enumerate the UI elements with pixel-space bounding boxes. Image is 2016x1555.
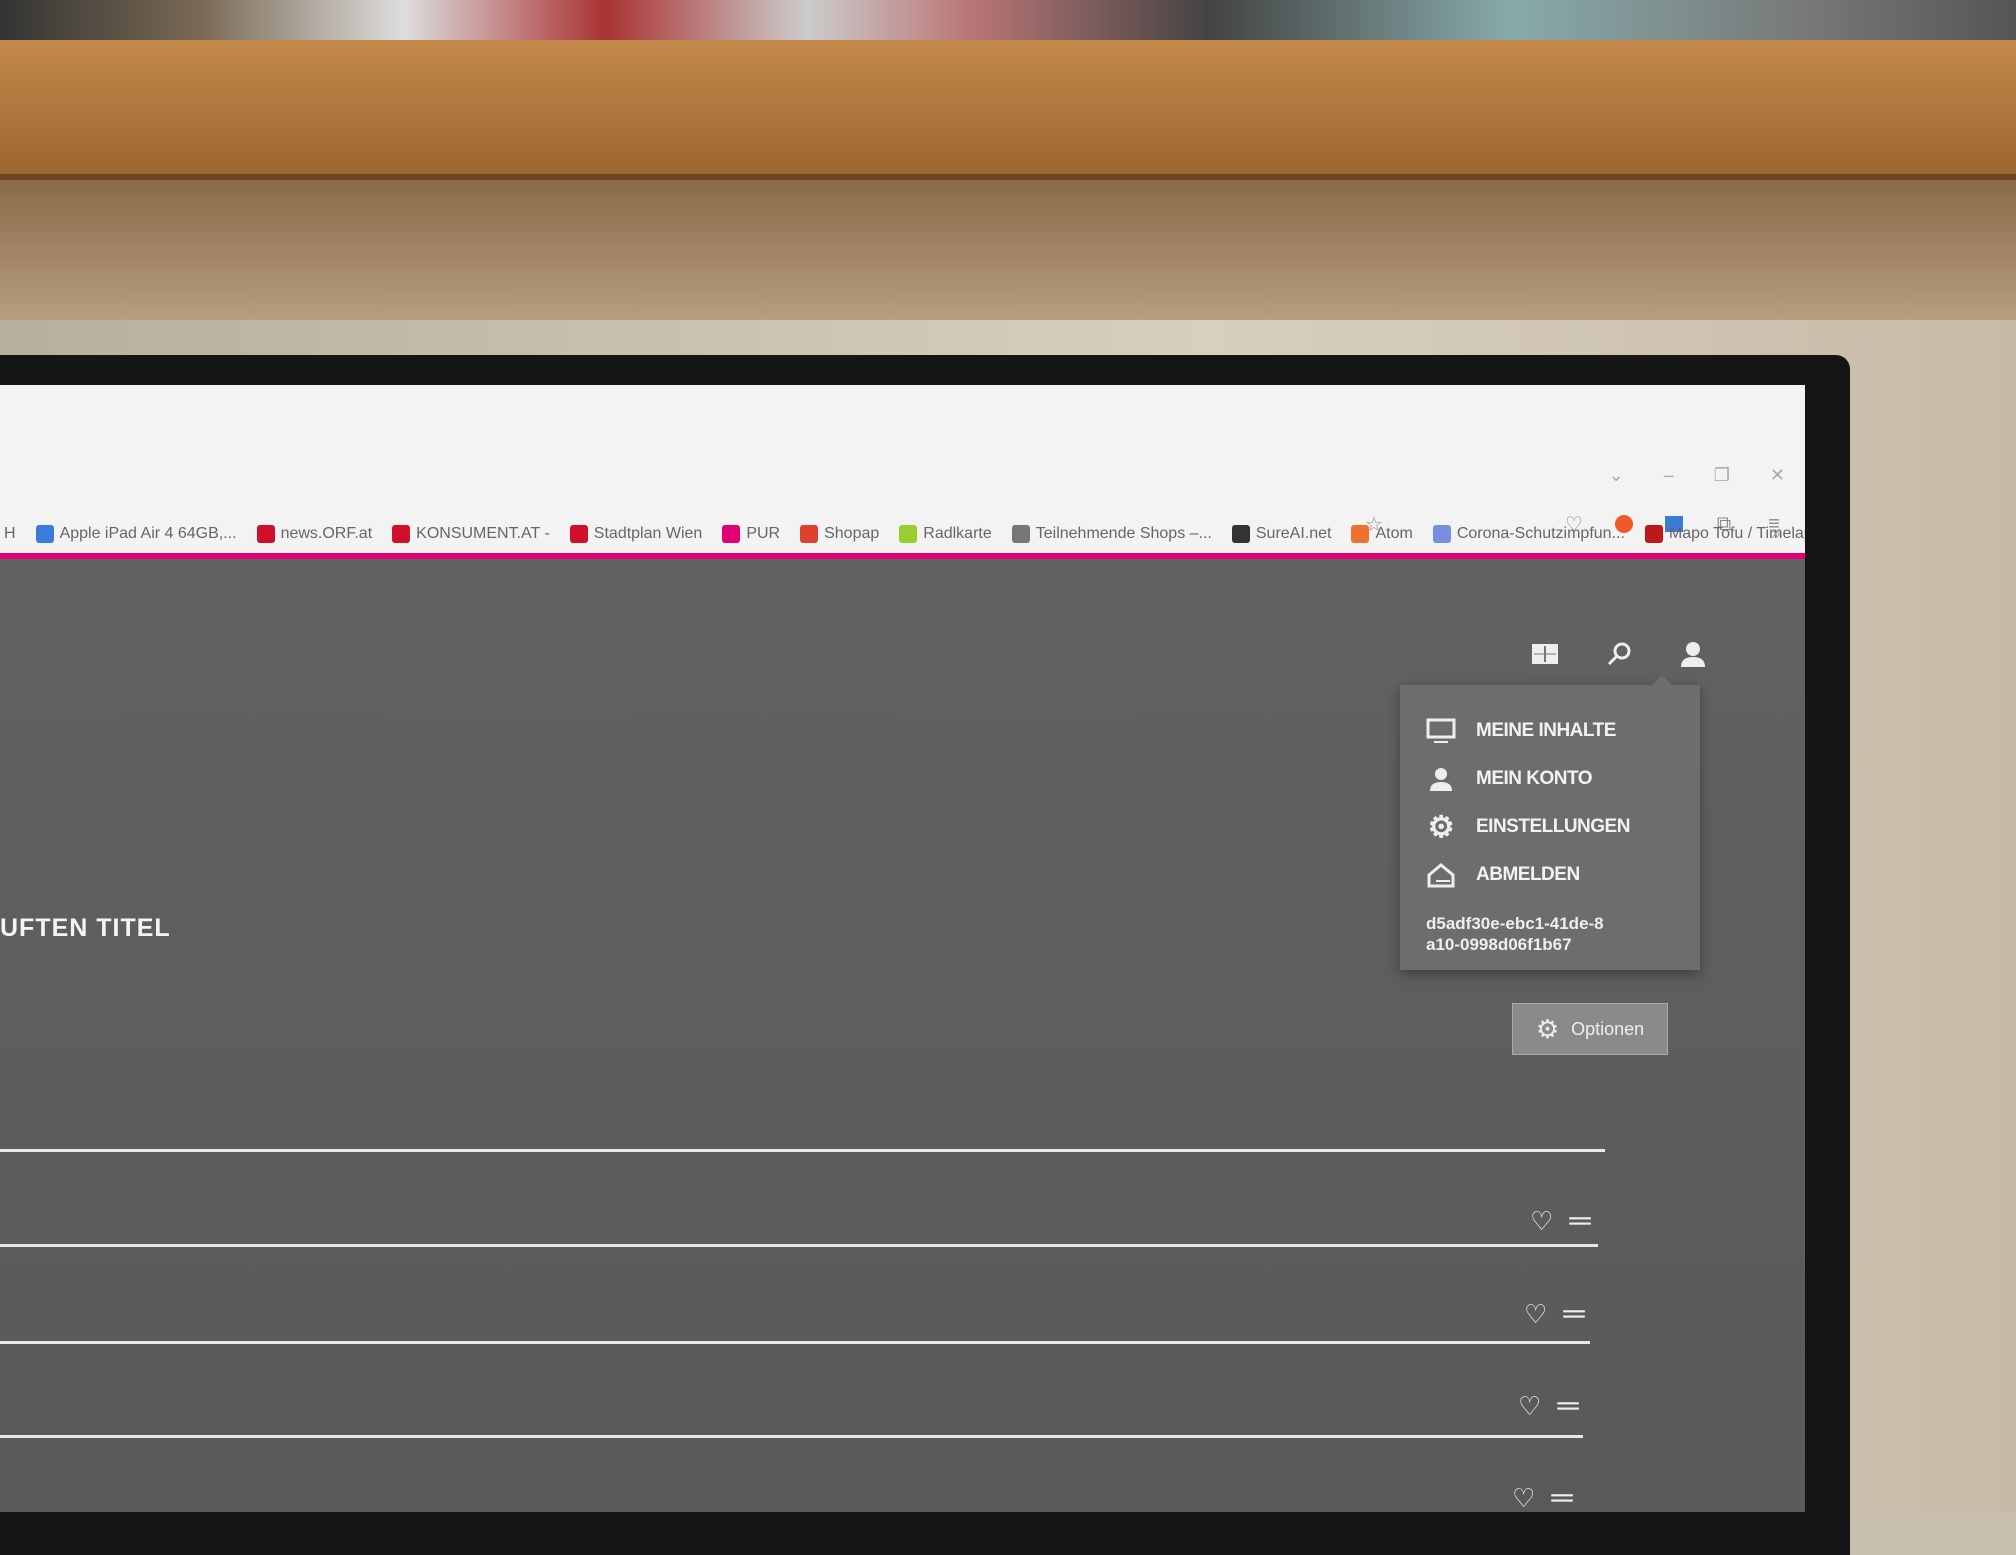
gear-icon: ⚙ (1427, 810, 1455, 844)
bookmark-favicon-icon (800, 525, 819, 543)
options-label: Optionen (1571, 1018, 1645, 1039)
list-item-actions: ♡ ═ (1512, 1481, 1573, 1512)
bookmark-favicon-icon (1432, 525, 1451, 543)
bookmark-item[interactable]: Atom (1351, 525, 1413, 543)
bookmark-item[interactable]: news.ORF.at (256, 525, 373, 543)
bookmark-item[interactable]: Teilnehmende Shops –... (1011, 525, 1212, 543)
bookmark-favicon-icon (1231, 525, 1250, 543)
user-icon (1426, 766, 1456, 792)
close-icon[interactable]: ✕ (1770, 465, 1785, 486)
drag-handle-icon[interactable]: ═ (1563, 1297, 1584, 1331)
bookmark-label: PUR (746, 525, 781, 542)
browser-chrome: ⌄ – ❐ ✕ ☆ ♡ ⧉ ≡ H Apple iPad Air 4 64GB,.… (0, 385, 1805, 565)
menu-item-label: ABMELDEN (1476, 864, 1580, 885)
bookmark-label: Teilnehmende Shops –... (1035, 525, 1212, 542)
menu-item-abmelden[interactable]: ABMELDEN (1426, 851, 1674, 899)
menu-item-label: EINSTELLUNGEN (1476, 816, 1630, 837)
bookmark-label: Stadtplan Wien (593, 525, 703, 542)
restore-icon[interactable]: ❐ (1714, 465, 1730, 486)
heart-icon[interactable]: ♡ (1530, 1206, 1553, 1237)
gear-icon: ⚙ (1535, 1013, 1560, 1044)
bookmark-favicon-icon (1351, 525, 1370, 543)
user-id: d5adf30e-ebc1-41de-8a10-0998d06f1b67 (1426, 914, 1604, 954)
menu-item-meine-inhalte[interactable]: MEINE INHALTE (1426, 707, 1674, 755)
bookmark-item[interactable]: H (4, 525, 16, 543)
list-divider (0, 1435, 1583, 1438)
logout-house-icon (1426, 862, 1456, 888)
bookmark-item[interactable]: Stadtplan Wien (569, 525, 703, 543)
bookmark-favicon-icon (256, 525, 275, 543)
bookmark-item[interactable]: Radlkarte (899, 525, 992, 543)
bookmark-label: KONSUMENT.AT - (416, 525, 550, 542)
window-controls: ⌄ – ❐ ✕ (1609, 465, 1785, 486)
user-menu-dropdown: MEINE INHALTE MEIN KONTO ⚙ EINSTELLUNGEN… (1400, 675, 1700, 970)
drag-handle-icon[interactable]: ═ (1569, 1204, 1590, 1238)
menu-item-label: MEIN KONTO (1476, 768, 1593, 789)
search-icon[interactable] (1604, 639, 1634, 669)
menu-item-label: MEINE INHALTE (1476, 720, 1616, 741)
menu-item-einstellungen[interactable]: ⚙ EINSTELLUNGEN (1426, 803, 1674, 851)
bookmark-label: Apple iPad Air 4 64GB,... (59, 525, 237, 542)
bookmark-item[interactable]: Corona-Schutzimpfun... (1432, 525, 1625, 543)
bookmark-label: SureAI.net (1255, 525, 1332, 542)
bookmark-favicon-icon (1011, 525, 1030, 543)
monitor-icon (1426, 718, 1456, 744)
bookmark-item[interactable]: Shopap (800, 525, 879, 543)
bookmarks-overflow-icon[interactable]: » (1771, 523, 1781, 544)
header-icons (1530, 639, 1708, 669)
epg-grid-icon[interactable] (1530, 639, 1560, 669)
bookmark-label: Mapo Tofu / Timelaps... (1668, 525, 1805, 542)
minimize-icon[interactable]: – (1664, 465, 1674, 486)
section-title: UFTEN TITEL (0, 914, 171, 942)
bookmark-label: Corona-Schutzimpfun... (1456, 525, 1625, 542)
list-item-actions: ♡ ═ (1524, 1297, 1585, 1331)
bookmark-label: Atom (1375, 525, 1413, 542)
drag-handle-icon[interactable]: ═ (1551, 1481, 1572, 1512)
page-content: MEINE INHALTE MEIN KONTO ⚙ EINSTELLUNGEN… (0, 559, 1805, 1512)
menu-item-mein-konto[interactable]: MEIN KONTO (1426, 755, 1674, 803)
dropdown-tabs-icon[interactable]: ⌄ (1609, 465, 1624, 486)
bookmark-label: H (4, 525, 16, 542)
bookmark-favicon-icon (569, 525, 588, 543)
user-icon[interactable] (1678, 639, 1708, 669)
bookmark-favicon-icon (1644, 525, 1663, 543)
bookmark-item[interactable]: Apple iPad Air 4 64GB,... (35, 525, 237, 543)
bookmark-item[interactable]: SureAI.net (1231, 525, 1332, 543)
bookmarks-bar: H Apple iPad Air 4 64GB,... news.ORF.at KON… (0, 517, 1805, 551)
list-item-actions: ♡ ═ (1518, 1389, 1579, 1423)
background-shelf-underside (0, 180, 2016, 320)
list-divider (0, 1341, 1590, 1344)
heart-icon[interactable]: ♡ (1524, 1299, 1547, 1330)
bookmark-favicon-icon (392, 525, 411, 543)
drag-handle-icon[interactable]: ═ (1557, 1389, 1578, 1423)
bookmark-label: Shopap (824, 525, 880, 542)
bookmark-label: Radlkarte (923, 525, 992, 542)
bookmark-favicon-icon (722, 525, 741, 543)
bookmark-label: news.ORF.at (280, 525, 373, 542)
list-item-actions: ♡ ═ (1530, 1204, 1591, 1238)
bookmark-favicon-icon (899, 525, 918, 543)
background-shelf (0, 40, 2016, 180)
list-divider (0, 1244, 1598, 1247)
heart-icon[interactable]: ♡ (1512, 1483, 1535, 1513)
heart-icon[interactable]: ♡ (1518, 1391, 1541, 1422)
bookmark-favicon-icon (35, 525, 54, 543)
bookmark-item[interactable]: KONSUMENT.AT - (392, 525, 550, 543)
list-divider (0, 1149, 1605, 1152)
screen: ⌄ – ❐ ✕ ☆ ♡ ⧉ ≡ H Apple iPad Air 4 64GB,.… (0, 385, 1805, 1512)
options-button[interactable]: ⚙ Optionen (1512, 1003, 1668, 1055)
bookmark-item[interactable]: PUR (722, 525, 780, 543)
